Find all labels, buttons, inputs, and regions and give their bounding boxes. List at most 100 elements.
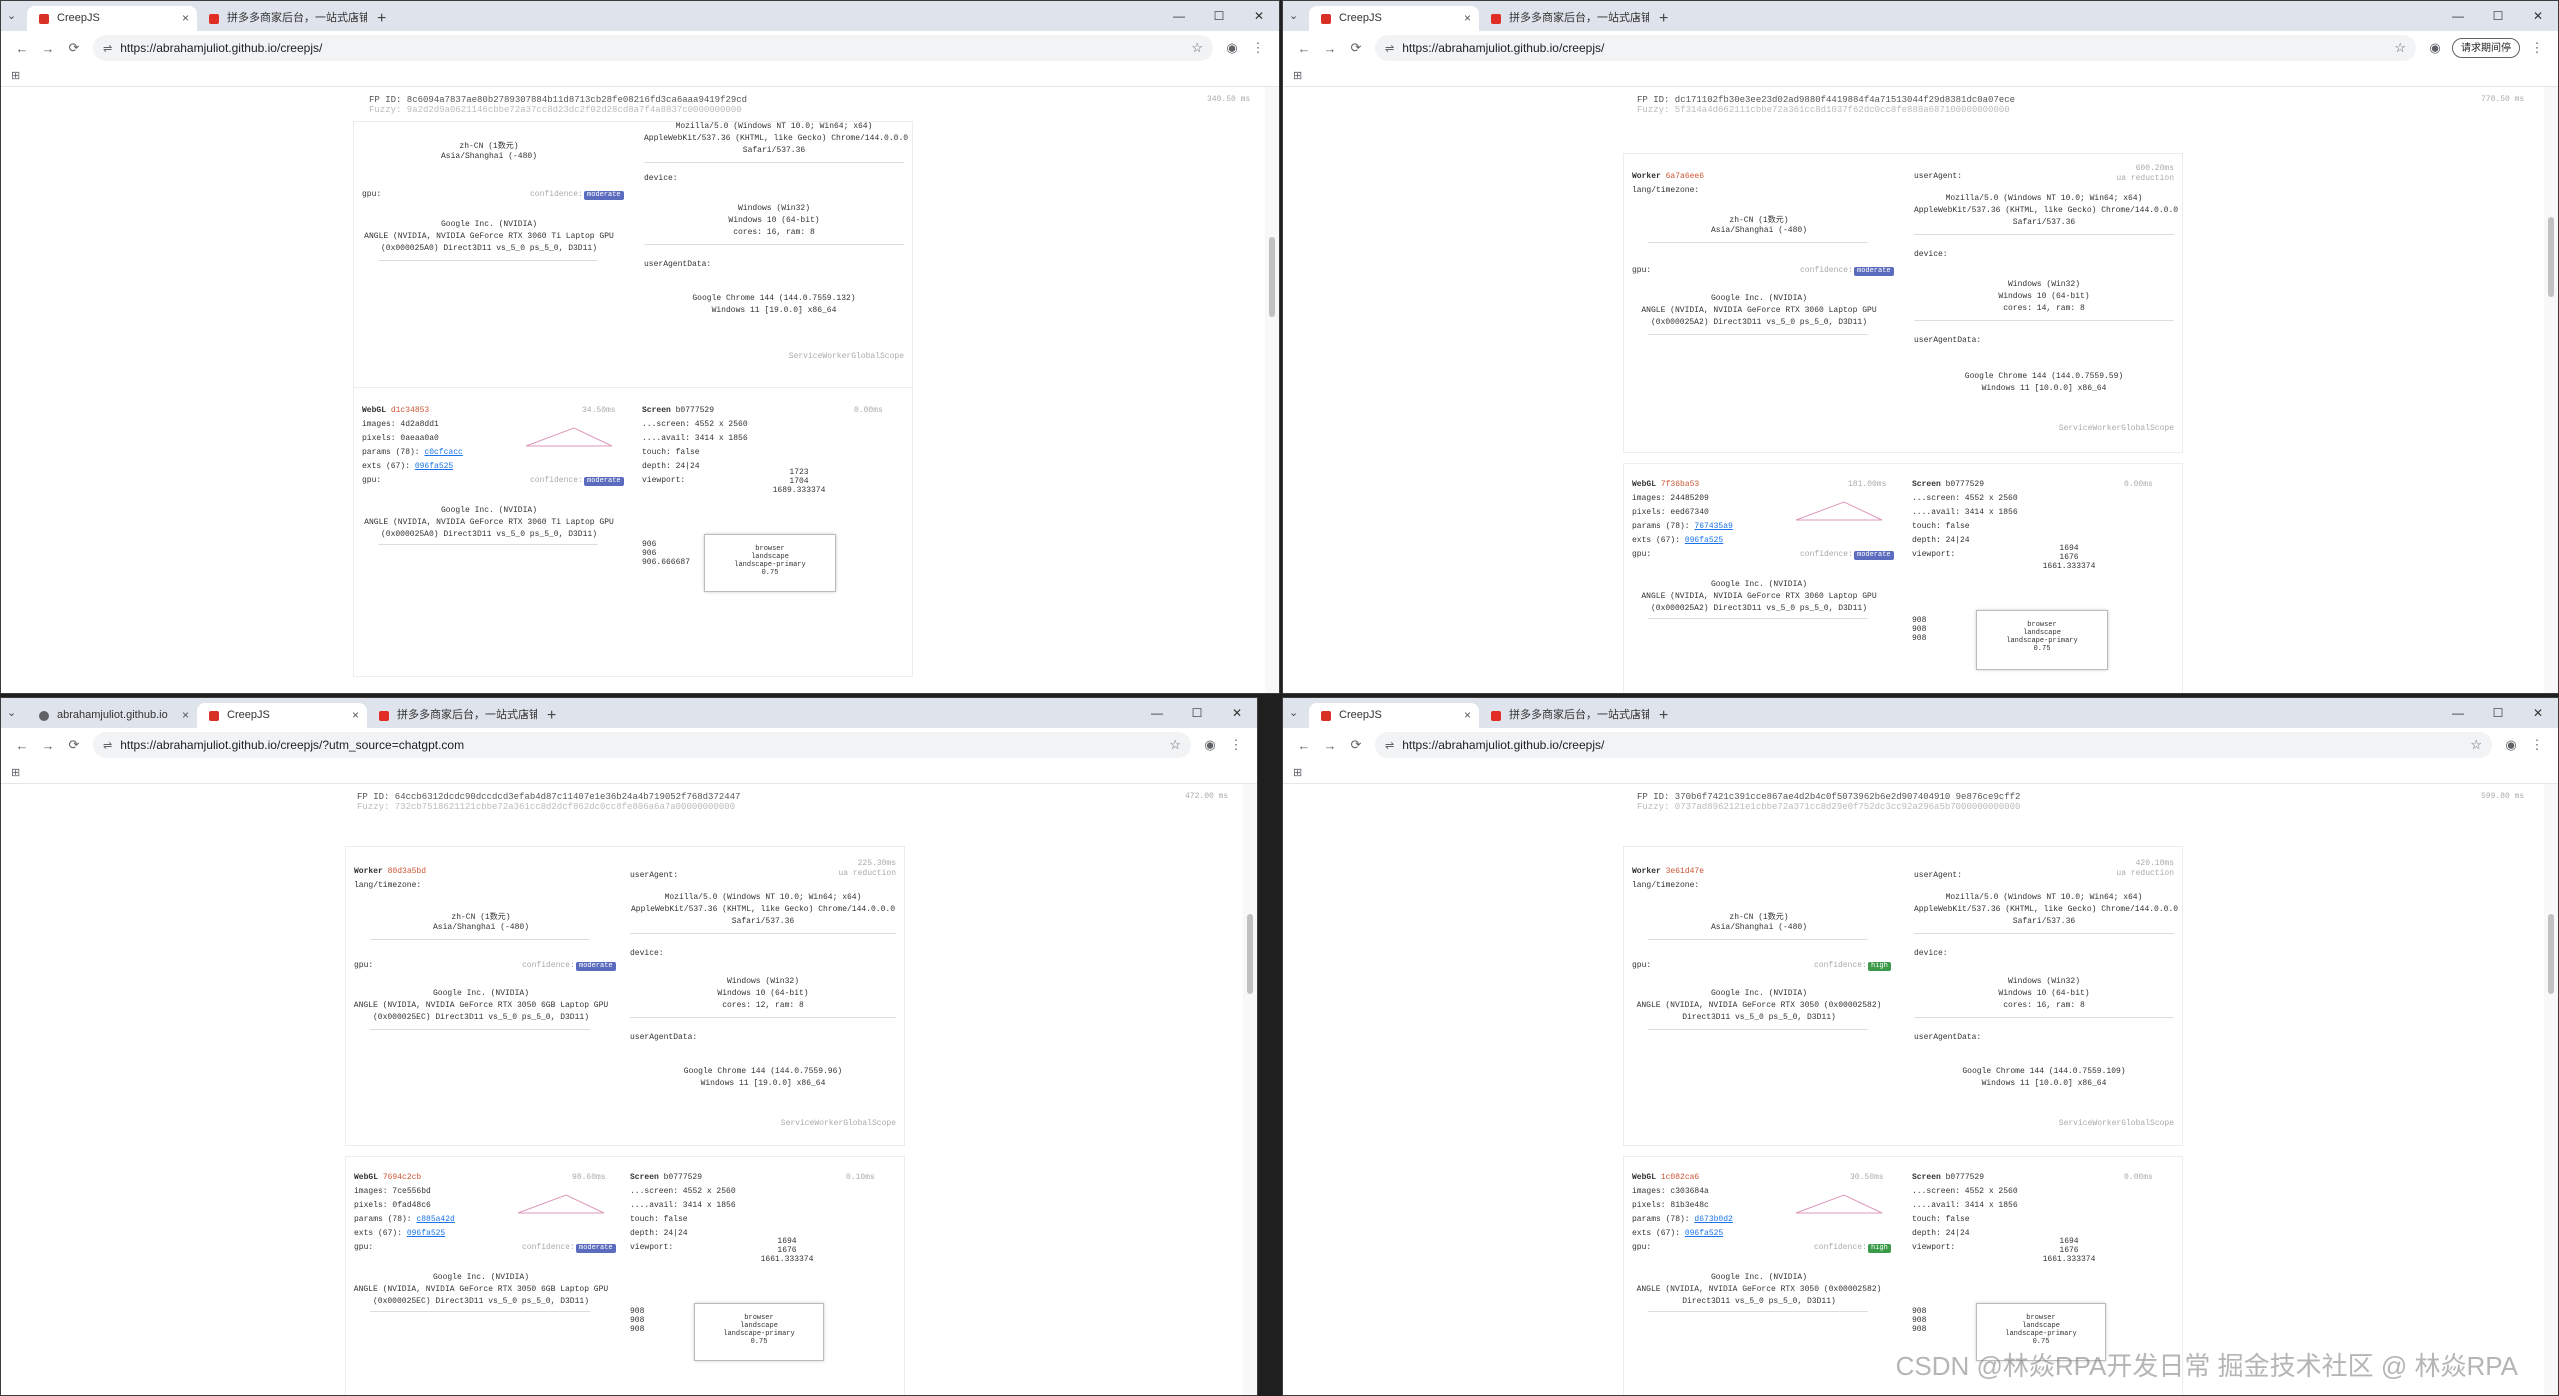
site-info-icon[interactable]: ⇌: [1385, 739, 1394, 752]
params-hash-link[interactable]: c0cfcacc: [424, 448, 462, 457]
reload-icon[interactable]: ⟳: [61, 40, 87, 56]
address-bar[interactable]: ⇌ https://abrahamjuliot.github.io/creepjs…: [93, 732, 1191, 758]
apps-icon[interactable]: ⊞: [1293, 69, 1302, 82]
tab-pdd[interactable]: 拼多多商家后台，一站式店铺管理×: [1479, 6, 1649, 31]
apps-icon[interactable]: ⊞: [1293, 766, 1302, 779]
back-icon[interactable]: ←: [9, 41, 35, 56]
scrollbar-thumb[interactable]: [1247, 914, 1253, 994]
maximize-icon[interactable]: ☐: [2478, 698, 2518, 728]
apps-icon[interactable]: ⊞: [11, 69, 20, 82]
minimize-icon[interactable]: —: [2438, 698, 2478, 728]
tab-search-dropdown-icon[interactable]: ⌄: [7, 706, 16, 719]
menu-icon[interactable]: ⋮: [1245, 40, 1271, 56]
profile-icon[interactable]: ◉: [1219, 40, 1245, 56]
scrollbar[interactable]: [2544, 87, 2558, 693]
reload-icon[interactable]: ⟳: [1343, 737, 1369, 753]
menu-icon[interactable]: ⋮: [2524, 40, 2550, 56]
tab-search-dropdown-icon[interactable]: ⌄: [1289, 706, 1298, 719]
menu-icon[interactable]: ⋮: [2524, 737, 2550, 753]
exts-hash-link[interactable]: 096fa525: [1685, 1229, 1723, 1238]
scrollbar-thumb[interactable]: [1269, 237, 1275, 317]
params-hash-link[interactable]: 767435a9: [1694, 522, 1732, 531]
address-bar[interactable]: ⇌ https://abrahamjuliot.github.io/creepjs…: [1375, 732, 2492, 758]
gpu-line-2: ANGLE (NVIDIA, NVIDIA GeForce RTX 3060 L…: [1641, 306, 1877, 315]
exts-hash-link[interactable]: 096fa525: [407, 1229, 445, 1238]
tab-close-icon[interactable]: ×: [182, 703, 189, 728]
maximize-icon[interactable]: ☐: [1177, 698, 1217, 728]
scrollbar-thumb[interactable]: [2548, 217, 2554, 297]
worker-hash[interactable]: 6a7a6ee6: [1666, 172, 1704, 181]
profile-icon[interactable]: ◉: [1197, 737, 1223, 753]
reload-icon[interactable]: ⟳: [61, 737, 87, 753]
scrollbar[interactable]: [1265, 87, 1279, 693]
scrollbar[interactable]: [2544, 784, 2558, 1395]
worker-hash[interactable]: 3e61d47e: [1666, 867, 1704, 876]
close-window-icon[interactable]: ✕: [2518, 698, 2558, 728]
new-tab-button[interactable]: +: [1649, 703, 1678, 728]
scrollbar[interactable]: [1243, 784, 1257, 1395]
minimize-icon[interactable]: —: [2438, 1, 2478, 31]
close-window-icon[interactable]: ✕: [1239, 1, 1279, 31]
tab-creepjs[interactable]: CreepJS ×: [1309, 703, 1479, 728]
tab-pdd[interactable]: 拼多多商家后台，一站式店铺管理×: [197, 6, 367, 31]
forward-icon[interactable]: →: [1317, 738, 1343, 753]
forward-icon[interactable]: →: [1317, 41, 1343, 56]
tab-close-icon[interactable]: ×: [1634, 6, 1641, 31]
update-button[interactable]: 请求期间停: [2452, 38, 2520, 58]
webgl-hash[interactable]: d1c34853: [391, 406, 429, 415]
close-window-icon[interactable]: ✕: [2518, 1, 2558, 31]
maximize-icon[interactable]: ☐: [2478, 1, 2518, 31]
new-tab-button[interactable]: +: [537, 703, 566, 728]
webgl-hash[interactable]: 7f36ba53: [1661, 480, 1699, 489]
profile-icon[interactable]: ◉: [2422, 40, 2448, 56]
forward-icon[interactable]: →: [35, 738, 61, 753]
apps-icon[interactable]: ⊞: [11, 766, 20, 779]
bookmark-star-icon[interactable]: ☆: [1169, 737, 1181, 753]
tab-close-icon[interactable]: ×: [1464, 6, 1471, 31]
exts-hash-link[interactable]: 096fa525: [415, 462, 453, 471]
new-tab-button[interactable]: +: [1649, 6, 1678, 31]
tab-abraham[interactable]: abrahamjuliot.github.io ×: [27, 703, 197, 728]
site-info-icon[interactable]: ⇌: [1385, 42, 1394, 55]
screen-title: Screen: [1912, 1173, 1941, 1182]
tab-pdd[interactable]: 拼多多商家后台，一站式店铺管理×: [1479, 703, 1649, 728]
tab-search-dropdown-icon[interactable]: ⌄: [7, 9, 16, 22]
tab-pdd[interactable]: 拼多多商家后台，一站式店铺管理×: [367, 703, 537, 728]
webgl-hash[interactable]: 7694c2cb: [383, 1173, 421, 1182]
maximize-icon[interactable]: ☐: [1199, 1, 1239, 31]
menu-icon[interactable]: ⋮: [1223, 737, 1249, 753]
bookmark-star-icon[interactable]: ☆: [1191, 40, 1203, 56]
back-icon[interactable]: ←: [9, 738, 35, 753]
tab-close-icon[interactable]: ×: [522, 703, 529, 728]
tab-creepjs[interactable]: CreepJS ×: [197, 703, 367, 728]
tab-close-icon[interactable]: ×: [1634, 703, 1641, 728]
reload-icon[interactable]: ⟳: [1343, 40, 1369, 56]
tab-close-icon[interactable]: ×: [352, 703, 359, 728]
tab-search-dropdown-icon[interactable]: ⌄: [1289, 9, 1298, 22]
worker-hash[interactable]: 80d3a5bd: [388, 867, 426, 876]
tab-creepjs[interactable]: CreepJS ×: [1309, 6, 1479, 31]
address-bar[interactable]: ⇌ https://abrahamjuliot.github.io/creepjs…: [1375, 35, 2416, 61]
close-window-icon[interactable]: ✕: [1217, 698, 1257, 728]
bookmark-star-icon[interactable]: ☆: [2394, 40, 2406, 56]
bookmark-star-icon[interactable]: ☆: [2470, 737, 2482, 753]
forward-icon[interactable]: →: [35, 41, 61, 56]
scrollbar-thumb[interactable]: [2548, 914, 2554, 994]
back-icon[interactable]: ←: [1291, 41, 1317, 56]
address-bar[interactable]: ⇌ https://abrahamjuliot.github.io/creepjs…: [93, 35, 1213, 61]
minimize-icon[interactable]: —: [1137, 698, 1177, 728]
params-hash-link[interactable]: c885a42d: [416, 1215, 454, 1224]
webgl-hash[interactable]: 1c082ca6: [1661, 1173, 1699, 1182]
new-tab-button[interactable]: +: [367, 6, 396, 31]
tab-close-icon[interactable]: ×: [1464, 703, 1471, 728]
site-info-icon[interactable]: ⇌: [103, 42, 112, 55]
tab-creepjs[interactable]: CreepJS ×: [27, 6, 197, 31]
site-info-icon[interactable]: ⇌: [103, 739, 112, 752]
tab-close-icon[interactable]: ×: [182, 6, 189, 31]
minimize-icon[interactable]: —: [1159, 1, 1199, 31]
back-icon[interactable]: ←: [1291, 738, 1317, 753]
exts-hash-link[interactable]: 096fa525: [1685, 536, 1723, 545]
profile-icon[interactable]: ◉: [2498, 737, 2524, 753]
params-hash-link[interactable]: d673b0d2: [1694, 1215, 1732, 1224]
tab-close-icon[interactable]: ×: [352, 6, 359, 31]
